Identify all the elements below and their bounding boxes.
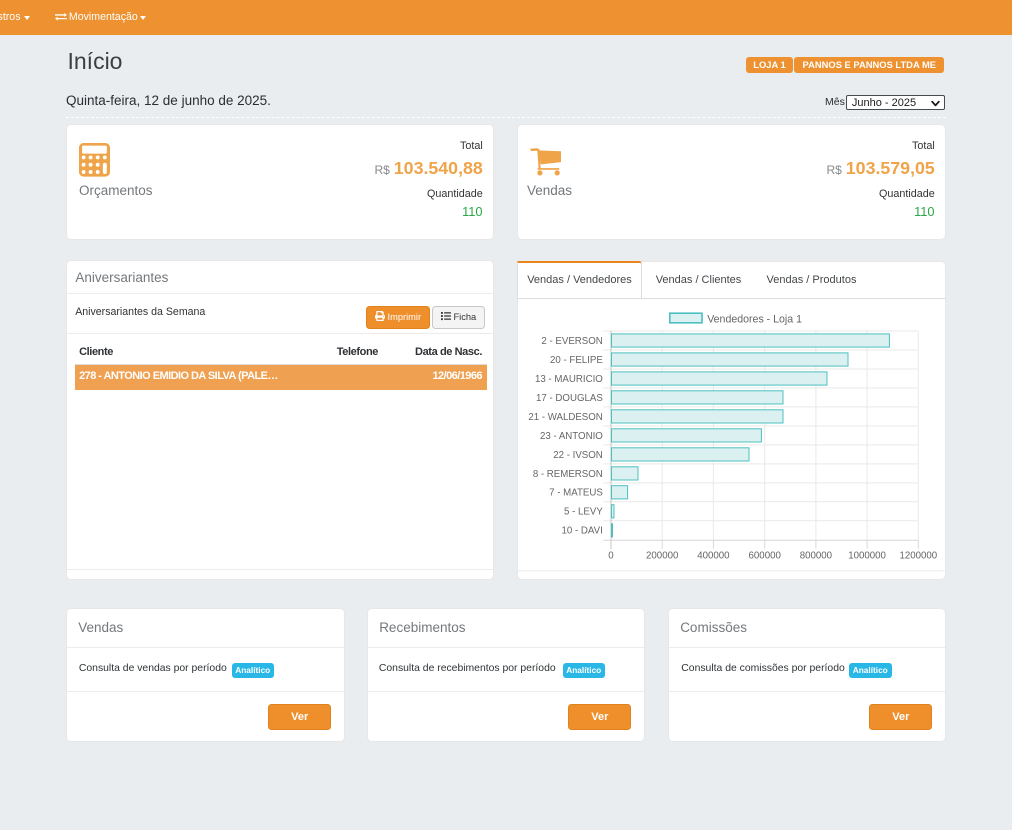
- svg-text:5 - LEVY: 5 - LEVY: [564, 507, 603, 518]
- svg-text:10 - DAVI: 10 - DAVI: [562, 526, 603, 537]
- svg-text:200000: 200000: [646, 550, 679, 561]
- svg-text:1200000: 1200000: [899, 550, 937, 561]
- svg-text:600000: 600000: [749, 550, 782, 561]
- svg-text:800000: 800000: [800, 550, 833, 561]
- svg-text:13 - MAURICIO: 13 - MAURICIO: [535, 374, 603, 385]
- svg-text:400000: 400000: [697, 550, 730, 561]
- svg-text:2 - EVERSON: 2 - EVERSON: [541, 336, 602, 347]
- svg-text:23 - ANTONIO: 23 - ANTONIO: [540, 431, 603, 442]
- svg-text:Vendedores - Loja 1: Vendedores - Loja 1: [707, 313, 802, 325]
- svg-text:0: 0: [608, 550, 614, 561]
- svg-text:1000000: 1000000: [848, 550, 886, 561]
- svg-text:21 - WALDESON: 21 - WALDESON: [528, 412, 602, 423]
- svg-text:8 - REMERSON: 8 - REMERSON: [533, 469, 603, 480]
- svg-text:22 - IVSON: 22 - IVSON: [553, 450, 603, 461]
- svg-text:7 - MATEUS: 7 - MATEUS: [549, 488, 603, 499]
- svg-text:17 - DOUGLAS: 17 - DOUGLAS: [536, 393, 603, 404]
- svg-text:20 - FELIPE: 20 - FELIPE: [550, 355, 603, 366]
